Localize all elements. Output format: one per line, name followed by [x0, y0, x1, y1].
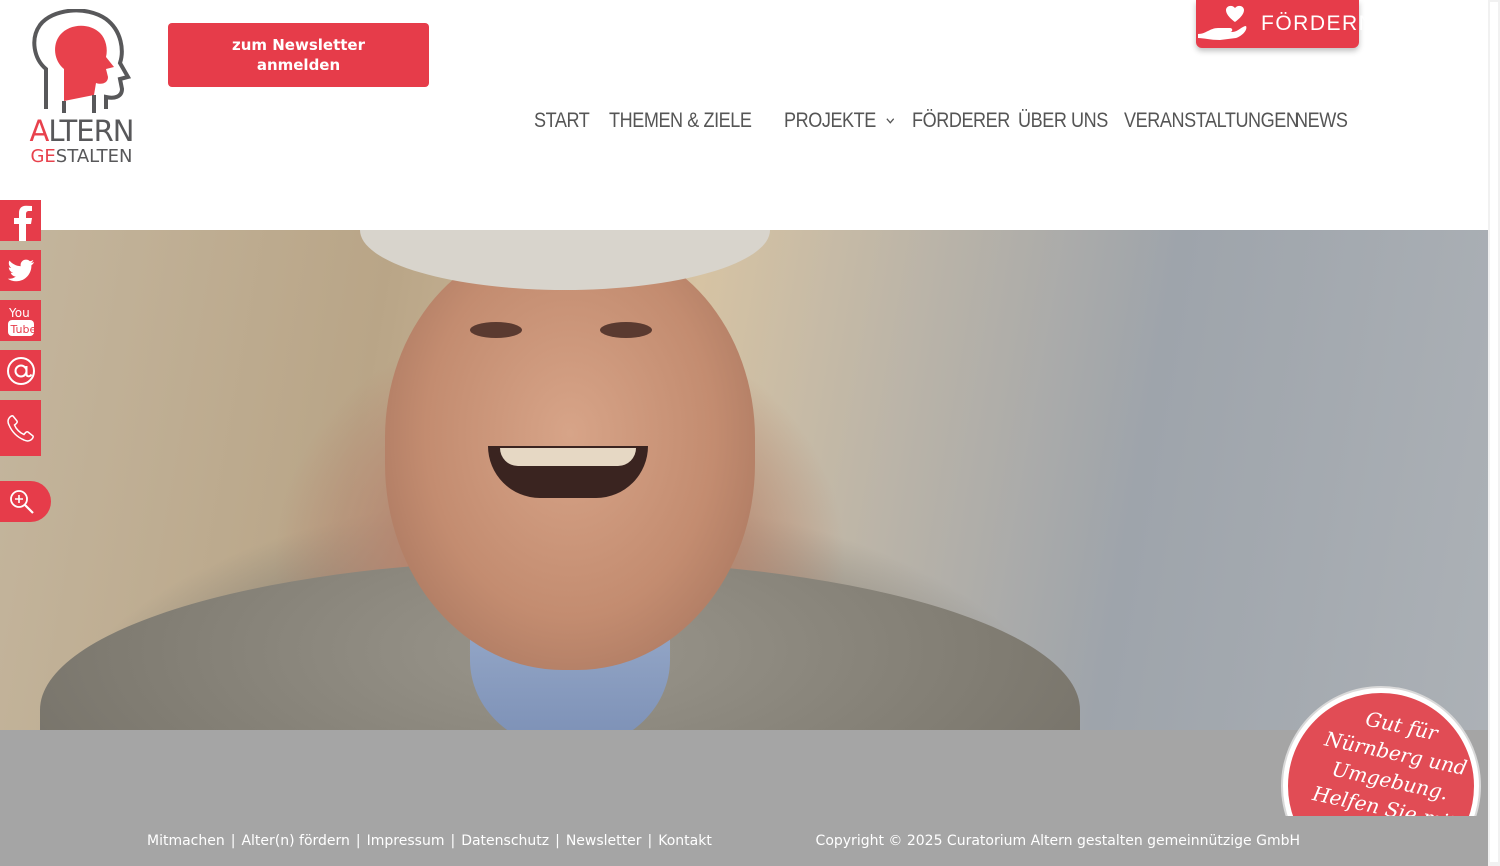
nav-item-news[interactable]: NEWS	[1295, 109, 1348, 133]
footer-link-mitmachen[interactable]: Mitmachen	[147, 833, 225, 849]
nav-item-themen-ziele[interactable]: THEMEN & ZIELE	[609, 109, 760, 133]
nav-item-projekte[interactable]: PROJEKTE	[784, 109, 895, 133]
svg-text:Tube: Tube	[9, 323, 36, 336]
youtube-icon: You Tube	[7, 306, 36, 336]
twitter-icon	[7, 259, 34, 281]
facebook-link[interactable]	[0, 200, 41, 241]
hero-teeth	[500, 448, 636, 466]
nav-item-veranstaltungen[interactable]: VERANSTALTUNGEN	[1124, 109, 1299, 133]
footer-link-datenschutz[interactable]: Datenschutz	[461, 833, 549, 849]
site-logo[interactable]: ALTERN GESTALTEN	[24, 9, 139, 169]
footer-link-impressum[interactable]: Impressum	[367, 833, 445, 849]
scrollbar-thumb[interactable]	[1490, 2, 1498, 862]
chevron-down-icon	[886, 118, 895, 124]
logo-wordmark: ALTERN GESTALTEN	[29, 114, 135, 167]
copyright-text: Copyright © 2025 Curatorium Altern gesta…	[815, 833, 1300, 849]
email-link[interactable]	[0, 350, 41, 391]
svg-text:You: You	[8, 306, 30, 320]
foerdern-label: FÖRDERN	[1261, 12, 1376, 35]
hand-heart-icon	[1196, 4, 1248, 42]
hero-eye-right	[600, 322, 652, 338]
facebook-icon	[14, 205, 32, 241]
phone-link[interactable]	[0, 400, 41, 456]
footer-link-newsletter[interactable]: Newsletter	[566, 833, 642, 849]
email-at-icon	[6, 356, 35, 385]
twitter-link[interactable]	[0, 250, 41, 291]
footer-link-altern-foerdern[interactable]: Alter(n) fördern	[241, 833, 349, 849]
nav-item-ueber-uns[interactable]: ÜBER UNS	[1018, 109, 1109, 133]
phone-icon	[6, 415, 34, 442]
site-footer: Mitmachen | Alter(n) fördern | Impressum | Dat…	[0, 816, 1500, 866]
foerdern-button[interactable]: FÖRDERN	[1196, 0, 1374, 48]
hero-eye-left	[470, 322, 522, 338]
site-header: ALTERN GESTALTEN zum Newsletter anmelden…	[0, 0, 1488, 230]
zoom-search-icon	[10, 489, 34, 514]
footer-link-kontakt[interactable]: Kontakt	[658, 833, 712, 849]
nav-item-start[interactable]: START	[534, 109, 599, 133]
hero-image-smiling-senior-man	[0, 230, 1488, 730]
footer-links: Mitmachen | Alter(n) fördern | Impressum | Dat…	[147, 833, 712, 849]
nav-item-foerderer[interactable]: FÖRDERER	[912, 109, 1010, 133]
content-band	[0, 730, 1488, 816]
main-navigation: START THEMEN & ZIELE PROJEKTE FÖRDERER Ü…	[534, 105, 1348, 137]
hero-cap	[360, 230, 770, 290]
head-silhouette-logo-icon	[32, 9, 132, 113]
page-scrollbar[interactable]	[1488, 0, 1500, 866]
youtube-link[interactable]: You Tube	[0, 300, 41, 341]
accessibility-zoom-button[interactable]	[0, 481, 51, 522]
newsletter-signup-button[interactable]: zum Newsletter anmelden	[168, 23, 429, 87]
